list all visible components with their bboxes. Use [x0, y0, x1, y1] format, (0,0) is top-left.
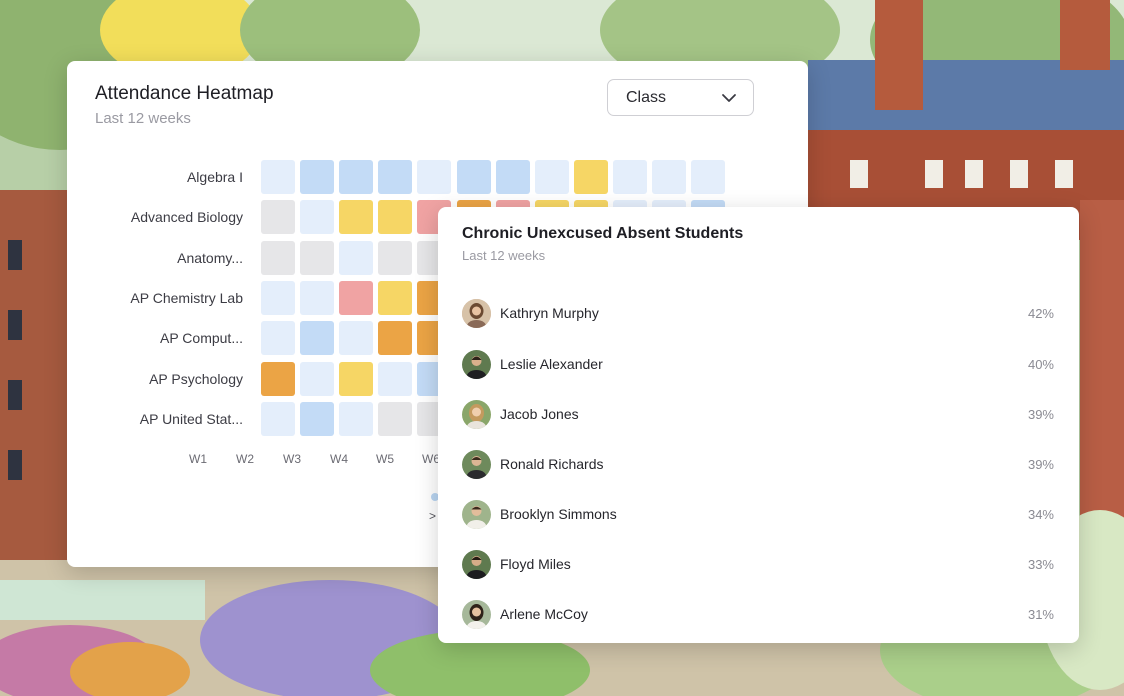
heatmap-cell[interactable]	[691, 160, 726, 194]
heatmap-cell[interactable]	[261, 160, 295, 194]
man-avatar-icon	[462, 449, 491, 479]
heatmap-row-label: Anatomy...	[177, 250, 243, 266]
heatmap-cell[interactable]	[300, 160, 335, 194]
student-absence-percent: 34%	[1027, 506, 1054, 522]
absent-students-card: Chronic Unexcused Absent Students Last 1…	[438, 207, 1079, 643]
student-row[interactable]: Floyd Miles 33%	[462, 544, 1054, 584]
heatmap-cell[interactable]	[378, 401, 413, 436]
student-name: Leslie Alexander	[500, 356, 603, 372]
man-avatar-icon	[462, 499, 491, 529]
man-avatar-icon	[462, 549, 491, 579]
student-absence-percent: 39%	[1027, 406, 1054, 422]
heatmap-cell[interactable]	[378, 240, 413, 275]
heatmap-cell[interactable]	[612, 160, 647, 194]
student-name: Floyd Miles	[500, 556, 571, 572]
man-avatar-icon	[462, 349, 491, 379]
heatmap-cell[interactable]	[261, 321, 295, 356]
group-by-select[interactable]: Class	[607, 79, 754, 116]
heatmap-cell[interactable]	[300, 321, 335, 356]
heatmap-cell[interactable]	[378, 280, 413, 315]
heatmap-cell[interactable]	[339, 200, 374, 235]
heatmap-cell[interactable]	[652, 160, 686, 194]
heatmap-cell[interactable]	[300, 280, 335, 315]
student-absence-percent: 42%	[1027, 305, 1054, 321]
student-row[interactable]: Leslie Alexander 40%	[462, 344, 1054, 384]
heatmap-cell[interactable]	[339, 401, 374, 436]
student-row[interactable]: Ronald Richards 39%	[462, 444, 1054, 484]
heatmap-cell[interactable]	[300, 401, 335, 436]
heatmap-cell[interactable]	[261, 240, 295, 275]
heatmap-column-label: W4	[330, 452, 348, 466]
student-row[interactable]: Jacob Jones 39%	[462, 394, 1054, 434]
student-row[interactable]: Brooklyn Simmons 34%	[462, 494, 1054, 534]
heatmap-cell[interactable]	[417, 160, 452, 194]
student-absence-percent: 40%	[1027, 356, 1054, 372]
chevron-down-icon	[721, 90, 737, 111]
absent-students-subtitle: Last 12 weeks	[462, 248, 546, 263]
heatmap-cell[interactable]	[261, 401, 295, 436]
heatmap-cell[interactable]	[261, 200, 295, 235]
student-name: Ronald Richards	[500, 456, 604, 472]
student-name: Arlene McCoy	[500, 606, 588, 622]
heatmap-cell[interactable]	[339, 160, 374, 194]
group-by-select-value: Class	[626, 88, 667, 106]
heatmap-cell[interactable]	[378, 160, 413, 194]
heatmap-cell[interactable]	[300, 240, 335, 275]
heatmap-cell[interactable]	[261, 361, 295, 396]
heatmap-title: Attendance Heatmap	[95, 83, 274, 104]
legend-label: >	[429, 509, 437, 523]
heatmap-row-label: AP Chemistry Lab	[130, 290, 243, 306]
student-absence-percent: 33%	[1027, 556, 1054, 572]
student-name: Kathryn Murphy	[500, 305, 599, 321]
heatmap-cell[interactable]	[300, 200, 335, 235]
heatmap-cell[interactable]	[339, 321, 374, 356]
student-row[interactable]: Arlene McCoy 31%	[462, 594, 1054, 634]
woman-avatar-icon	[462, 399, 491, 429]
heatmap-cell[interactable]	[339, 240, 374, 275]
heatmap-column-label: W2	[236, 452, 254, 466]
heatmap-row-label: AP United Stat...	[139, 411, 243, 427]
heatmap-subtitle: Last 12 weeks	[95, 110, 191, 127]
heatmap-cell[interactable]	[456, 160, 491, 194]
absent-students-title: Chronic Unexcused Absent Students	[462, 225, 744, 242]
student-name: Jacob Jones	[500, 406, 579, 422]
heatmap-cell[interactable]	[339, 280, 374, 315]
woman-avatar-icon	[462, 298, 491, 328]
heatmap-cell[interactable]	[378, 200, 413, 235]
heatmap-row-label: AP Comput...	[159, 330, 243, 346]
heatmap-cell[interactable]	[378, 321, 413, 356]
student-name: Brooklyn Simmons	[500, 506, 617, 522]
heatmap-column-label: W1	[189, 452, 207, 466]
heatmap-column-label: W5	[376, 452, 394, 466]
heatmap-cell[interactable]	[300, 361, 335, 396]
heatmap-cell[interactable]	[495, 160, 530, 194]
heatmap-cell[interactable]	[339, 361, 374, 396]
heatmap-column-label: W3	[283, 452, 301, 466]
heatmap-cell[interactable]	[261, 280, 295, 315]
heatmap-cell[interactable]	[534, 160, 569, 194]
heatmap-cell[interactable]	[573, 160, 608, 194]
heatmap-row-label: Advanced Biology	[130, 209, 243, 225]
heatmap-row-label: AP Psychology	[149, 371, 243, 387]
student-absence-percent: 39%	[1027, 456, 1054, 472]
heatmap-row-label: Algebra I	[186, 169, 243, 185]
student-row[interactable]: Kathryn Murphy 42%	[462, 293, 1054, 333]
woman-avatar-icon	[462, 599, 491, 629]
heatmap-cell[interactable]	[378, 361, 413, 396]
student-absence-percent: 31%	[1027, 606, 1054, 622]
